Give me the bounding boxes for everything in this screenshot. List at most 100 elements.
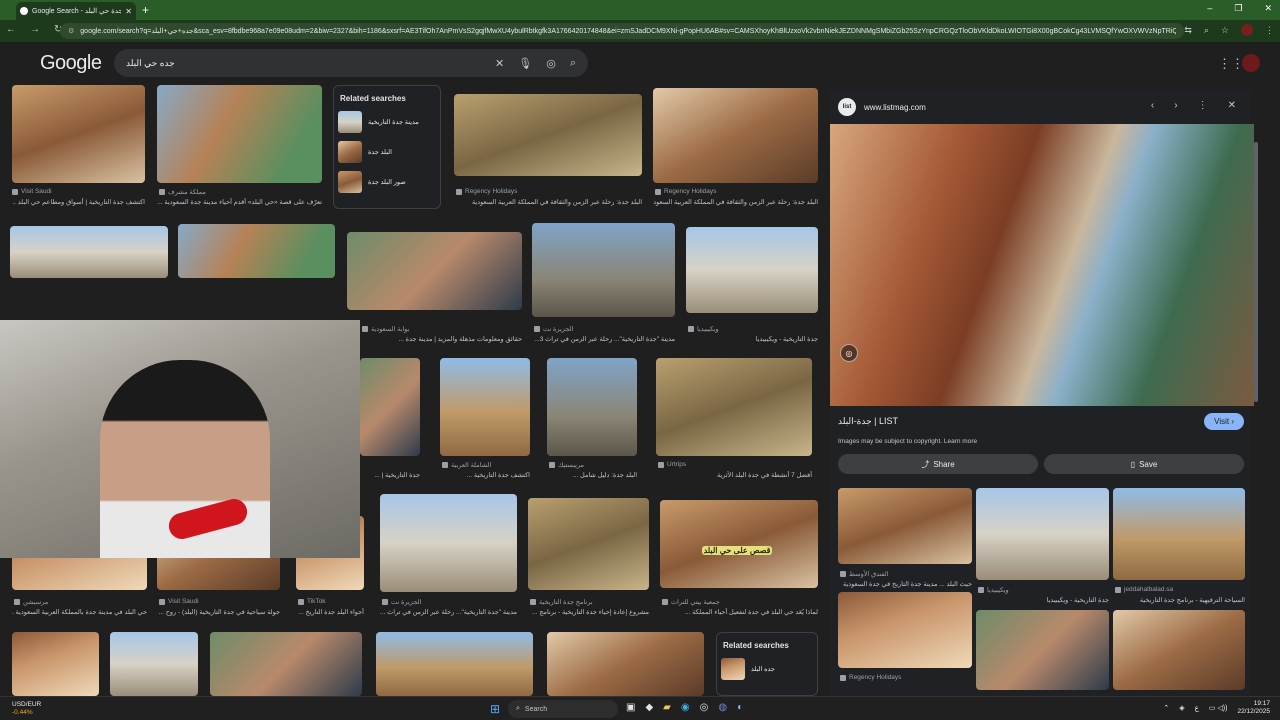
related-image[interactable] [976, 610, 1109, 690]
result-image[interactable] [653, 88, 818, 183]
forward-icon[interactable]: → [30, 24, 40, 35]
related-image[interactable] [838, 592, 972, 668]
zoom-icon[interactable]: ⌕ [1204, 25, 1209, 36]
lens-search-icon[interactable]: ◎ [840, 344, 858, 362]
browser-tab[interactable]: Google Search - جدة حي البلد ✕ [16, 2, 136, 20]
discord-icon[interactable]: ◍ [718, 702, 727, 713]
result-caption[interactable]: مدينة "جدة التاريخية"... رحلة عبر الزمن … [380, 608, 517, 616]
search-icon[interactable]: ⌕ [570, 57, 576, 70]
network-volume-icon[interactable]: ▭ ◁)) [1209, 704, 1228, 712]
account-avatar[interactable] [1242, 54, 1260, 72]
result-image[interactable] [178, 224, 335, 278]
visit-button[interactable]: Visit › [1204, 413, 1244, 430]
preview-source-header[interactable]: list www.listmag.com [838, 98, 926, 116]
clear-icon[interactable]: ✕ [495, 57, 504, 70]
share-button[interactable]: ⤴ Share [838, 454, 1038, 474]
mic-icon[interactable]: 🎙 [518, 57, 532, 70]
bookmark-star-icon[interactable]: ☆ [1221, 25, 1229, 36]
file-explorer-icon[interactable]: ▰ [663, 702, 671, 713]
related-caption[interactable]: السياحة الترفيهية - برنامج جدة التاريخية [1113, 596, 1245, 604]
result-image[interactable] [532, 223, 675, 317]
result-caption[interactable]: البلد جدة: دليل شامل ... [547, 471, 637, 479]
search-query[interactable]: جده حي البلد [126, 58, 495, 69]
search-box[interactable]: جده حي البلد ✕ 🎙 ◎ ⌕ [114, 49, 588, 77]
result-image[interactable] [347, 232, 522, 310]
result-image[interactable] [656, 358, 812, 456]
learn-more-link[interactable]: Learn more [944, 438, 977, 445]
copilot-icon[interactable]: ◆ [645, 702, 653, 713]
result-image[interactable] [547, 358, 637, 456]
site-info-icon[interactable]: ⚙ [68, 27, 74, 35]
lens-icon[interactable]: ◎ [546, 57, 556, 70]
currency-widget[interactable]: USD/EUR -0.44% [12, 701, 41, 717]
related-caption[interactable]: جدة التاريخية - ويكيبيديا [976, 596, 1109, 604]
result-image[interactable] [360, 358, 420, 456]
address-bar[interactable]: ⚙ google.com/search?q=جده+حي+البلد&sca_e… [60, 23, 1184, 39]
result-image[interactable] [12, 632, 99, 696]
result-image[interactable] [440, 358, 530, 456]
close-tab-icon[interactable]: ✕ [125, 7, 132, 16]
page-scrollbar[interactable] [1254, 142, 1258, 402]
clock[interactable]: 19:17 22/12/2025 [1237, 700, 1270, 716]
related-search-item[interactable]: صور البلد جدة [334, 167, 440, 197]
result-image[interactable] [454, 94, 642, 176]
translate-icon[interactable]: ⇆ [1184, 25, 1192, 36]
taskbar-search[interactable]: ⌕ Search [508, 700, 618, 718]
result-image[interactable] [10, 226, 168, 278]
related-search-item[interactable]: مدينة جدة التاريخية [334, 107, 440, 137]
result-caption[interactable]: حي البلد في مدينة جدة بالمملكة العربية ا… [12, 608, 147, 616]
result-image[interactable] [210, 632, 362, 696]
result-caption[interactable]: جدة التاريخية - ويكيبيديا [686, 335, 818, 343]
result-caption[interactable]: لماذا يُعَد حي البلد في جدة لتفعيل أحياء… [660, 608, 818, 616]
result-caption[interactable]: اكتشف جدة التاريخية ... [440, 471, 530, 479]
related-image[interactable] [838, 488, 972, 564]
more-options-icon[interactable]: ⋮ [1198, 100, 1208, 111]
result-caption[interactable]: البلد جدة: رحلة عبر الزمن والثقافة في ال… [653, 198, 818, 206]
previous-icon[interactable]: ‹ [1151, 100, 1154, 111]
maximize-icon[interactable]: ❐ [1234, 3, 1242, 14]
steam-icon[interactable]: ◐ [737, 702, 743, 713]
result-caption[interactable]: جدة التاريخية | ... [362, 471, 420, 479]
result-image[interactable] [547, 632, 704, 696]
close-window-icon[interactable]: ✕ [1264, 3, 1272, 14]
result-image[interactable] [157, 85, 322, 183]
related-image[interactable] [1113, 488, 1245, 580]
next-icon[interactable]: › [1174, 100, 1177, 111]
windows-start-icon[interactable]: ⊞ [490, 702, 500, 716]
google-logo[interactable]: Google [40, 52, 102, 75]
related-image[interactable] [1113, 610, 1245, 690]
preview-image[interactable] [830, 124, 1254, 406]
result-caption[interactable]: أجواء البلد جدة التاريخ ... [296, 608, 364, 616]
save-button[interactable]: ▯ Save [1044, 454, 1244, 474]
result-image[interactable] [12, 85, 145, 183]
result-caption[interactable]: مدينة "جدة التاريخية"... رحلة عبر الزمن … [532, 335, 675, 343]
result-caption[interactable]: اكتشف جدة التاريخية | أسواق ومطاعم حي ال… [12, 198, 145, 206]
result-image[interactable] [110, 632, 198, 696]
input-language[interactable]: ع [1195, 704, 1199, 712]
related-search-item[interactable]: جده البلد [717, 654, 817, 684]
menu-dots-icon[interactable]: ⋮ [1265, 25, 1274, 36]
chrome-icon[interactable]: ◎ [700, 702, 709, 713]
related-image[interactable] [976, 488, 1109, 580]
result-caption[interactable]: جولة سياحية في جدة التاريخية (البلد) - ر… [157, 608, 280, 616]
result-caption[interactable]: تعرّف على قصة «حي البلد» أقدم أحياء مدين… [157, 198, 322, 206]
preview-site[interactable]: www.listmag.com [864, 103, 926, 112]
result-image[interactable] [686, 227, 818, 313]
related-caption[interactable]: حيث البلد ... مدينة جدة التاريخ في جدة ا… [838, 580, 972, 588]
result-image[interactable] [380, 494, 517, 592]
profile-avatar[interactable] [1241, 24, 1253, 36]
related-search-item[interactable]: البلد جدة [334, 137, 440, 167]
result-image[interactable] [528, 498, 649, 590]
result-caption[interactable]: البلد جدة: رحلة عبر الزمن والثقافة في ال… [454, 198, 642, 206]
result-caption[interactable]: أفضل 7 أنشطة في جدة البلد الأثرية [656, 471, 812, 479]
back-icon[interactable]: ← [6, 24, 16, 35]
result-image[interactable]: قصص على حي البلد [660, 500, 818, 588]
minimize-icon[interactable]: – [1207, 3, 1212, 14]
edge-icon[interactable]: ◉ [681, 702, 690, 713]
preview-title[interactable]: جدة-البلد | LIST [838, 416, 898, 427]
result-caption[interactable]: حقائق ومعلومات مذهلة والمزيد | مدينة جدة… [362, 335, 522, 343]
result-caption[interactable]: مشروع إعادة إحياء جدة التاريخية - برنامج… [528, 608, 649, 616]
close-preview-icon[interactable]: ✕ [1228, 100, 1236, 111]
result-image[interactable] [376, 632, 533, 696]
tray-app-icon[interactable]: ◈ [1179, 704, 1184, 712]
